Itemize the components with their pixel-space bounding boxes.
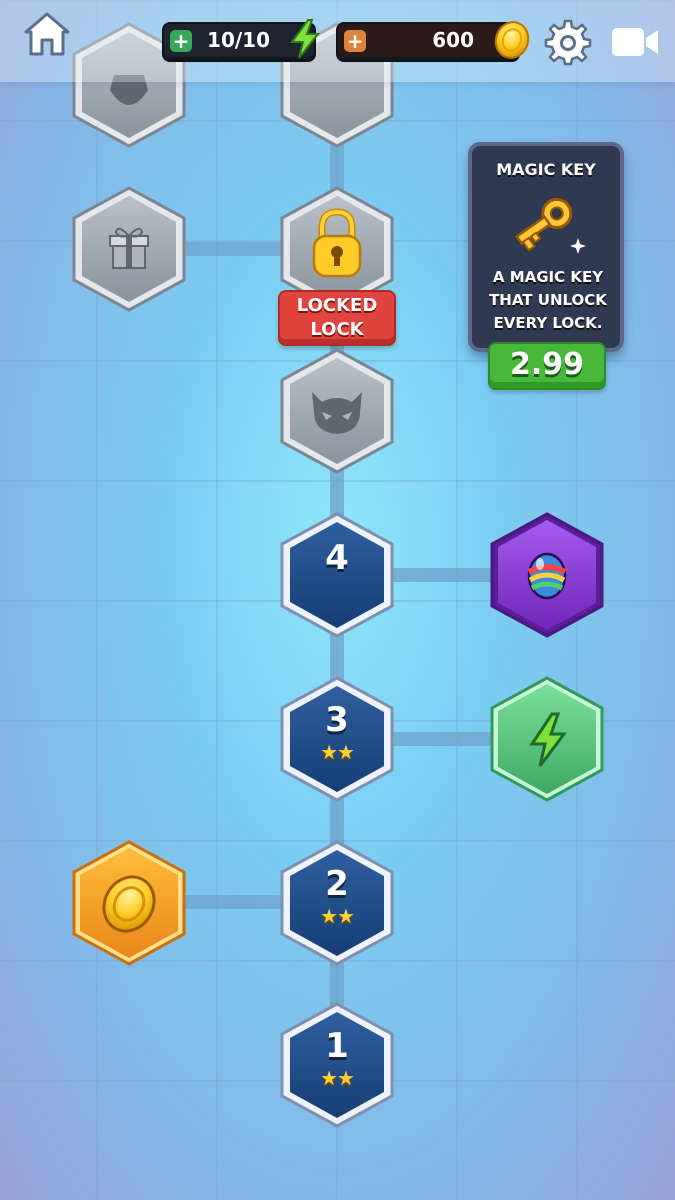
connector-coin-level2 [180, 895, 290, 909]
level-node-3[interactable]: 3 ★★ [278, 674, 396, 804]
offer-description: A MAGIC KEY THAT UNLOCK EVERY LOCK. [489, 268, 607, 332]
coin-counter: + 600 [336, 21, 530, 62]
level-number: 3 [325, 700, 349, 740]
home-icon [24, 12, 70, 56]
level-node-2[interactable]: 2 ★★ [278, 838, 396, 968]
level-number: 1 [325, 1026, 349, 1066]
locked-lock-label: LOCKED LOCK [278, 290, 396, 346]
offer-title: MAGIC KEY [496, 160, 596, 179]
connector-gift-lock [180, 242, 290, 256]
egg-reward-node[interactable] [488, 510, 606, 640]
level-stars: ★★ [320, 1066, 355, 1090]
rainbow-egg-icon [527, 552, 567, 600]
gear-icon [544, 19, 592, 66]
buy-magic-key-button[interactable]: 2.99 [488, 342, 606, 390]
settings-button[interactable] [544, 18, 592, 66]
connector-level3-energy [390, 732, 496, 746]
locked-gift-node [70, 184, 188, 314]
level-node-1[interactable]: 1 ★★ [278, 1000, 396, 1130]
video-camera-icon [612, 28, 658, 56]
level-stars: ★★ [320, 740, 355, 764]
locked-label-line1: LOCKED [296, 295, 378, 316]
energy-value: 10/10 [207, 28, 270, 52]
energy-counter: + 10/10 [162, 19, 321, 62]
energy-reward-node[interactable] [488, 674, 606, 804]
energy-plus-button[interactable]: + [170, 30, 192, 52]
coin-icon [494, 21, 530, 59]
home-button[interactable] [22, 10, 72, 60]
coin-value: 600 [432, 28, 474, 52]
coins-plus-button[interactable]: + [344, 30, 366, 52]
locked-boss-node [278, 346, 396, 476]
golden-key-icon [515, 197, 586, 254]
level-number: 4 [325, 538, 349, 578]
level-node-4[interactable]: 4 [278, 510, 396, 640]
top-bar: + 10/10 + 600 [0, 0, 675, 82]
magic-key-offer-card[interactable]: MAGIC KEY A MAGIC KEY THAT UNLOCK EVERY … [468, 142, 624, 352]
level-number: 2 [325, 864, 349, 904]
locked-label-line2: LOCK [310, 319, 364, 340]
coin-reward-node[interactable] [70, 838, 188, 968]
video-button[interactable] [610, 24, 660, 60]
level-stars: ★★ [320, 904, 355, 928]
lightning-icon [290, 19, 321, 59]
connector-level4-egg [390, 568, 496, 582]
